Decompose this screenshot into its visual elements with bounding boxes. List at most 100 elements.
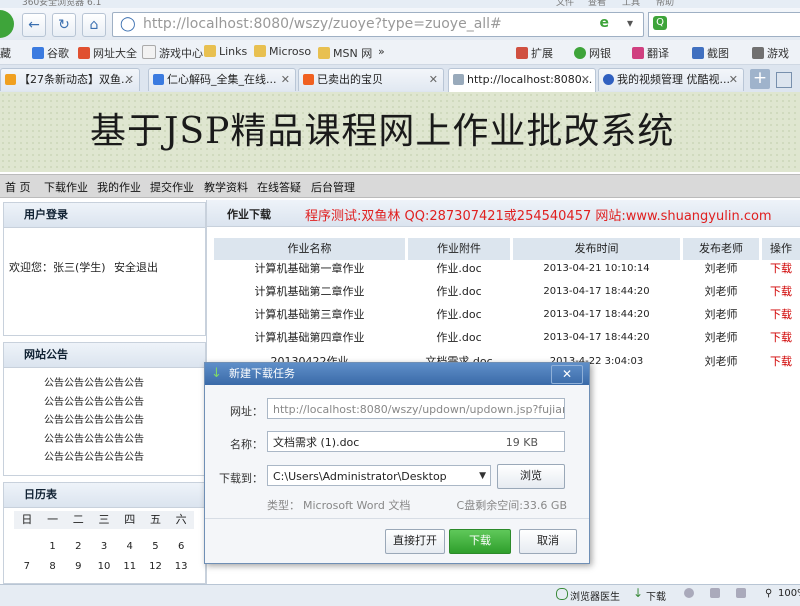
calendar-day[interactable]: 2 (65, 537, 91, 557)
favorite-games[interactable]: 游戏中心 (142, 45, 203, 61)
download-manager-button[interactable]: 下载 (646, 588, 666, 603)
favorite-google[interactable]: 谷歌 (32, 45, 69, 61)
download-link[interactable]: 下载 (762, 351, 800, 373)
browser-doctor-button[interactable]: 浏览器医生 (570, 588, 620, 603)
attachment-link[interactable]: 作业.doc (408, 281, 510, 303)
notice-item[interactable]: 公告公告公告公告公告 (44, 375, 144, 394)
dialog-titlebar[interactable]: ↓ 新建下载任务 ✕ (205, 363, 589, 385)
site-banner: 基于JSP精品课程网上作业批改系统 (0, 92, 800, 172)
credit-text: 程序测试:双鱼林 QQ:287307421或254540457 网站:www.s… (305, 209, 772, 224)
publish-time: 2013-04-17 18:44:20 (543, 286, 650, 297)
attachment-link[interactable]: 作业.doc (408, 258, 510, 280)
extensions-button[interactable]: 扩展 (516, 45, 553, 61)
download-button[interactable]: 下载 (449, 529, 511, 554)
tab-item-active[interactable]: http://localhost:8080... ✕ (448, 68, 596, 92)
menu-help[interactable]: 帮助 (656, 0, 674, 8)
close-icon[interactable]: ✕ (581, 69, 590, 91)
filename-input[interactable]: 文档需求 (1).doc 19 KB (267, 431, 565, 452)
favorite-hao[interactable]: 网址大全 (78, 45, 137, 61)
favorite-msn[interactable]: MSN 网 (318, 45, 372, 61)
close-icon[interactable]: ✕ (729, 69, 738, 91)
save-path-select[interactable]: C:\Users\Administrator\Desktop ▼ (267, 465, 491, 486)
calendar-day[interactable]: 13 (168, 557, 194, 577)
ebank-button[interactable]: 网银 (574, 45, 611, 61)
calendar-day[interactable]: 7 (14, 557, 40, 577)
calendar-day[interactable]: 6 (168, 537, 194, 557)
download-link[interactable]: 下载 (762, 327, 800, 349)
calendar-day[interactable]: 12 (143, 557, 169, 577)
tab-item[interactable]: 仁心解码_全集_在线... ✕ (148, 68, 296, 91)
site-title: 基于JSP精品课程网上作业批改系统 (90, 111, 675, 152)
download-link[interactable]: 下载 (762, 304, 800, 326)
notice-item[interactable]: 公告公告公告公告公告 (44, 412, 144, 431)
calendar-day[interactable]: 11 (117, 557, 143, 577)
download-link[interactable]: 下载 (762, 281, 800, 303)
weekday-label: 二 (72, 513, 84, 526)
window-icon[interactable] (736, 588, 746, 598)
menu-home[interactable]: 首 页 (5, 179, 31, 195)
browse-button[interactable]: 浏览 (497, 464, 565, 489)
url-label: 网址： (230, 405, 263, 418)
download-link[interactable]: 下载 (762, 258, 800, 280)
favorites-more[interactable]: » (378, 45, 385, 58)
back-button[interactable]: ← (22, 13, 46, 37)
search-input[interactable]: Q (648, 12, 800, 37)
menu-tools[interactable]: 工具 (622, 0, 640, 8)
close-icon[interactable]: ✕ (429, 69, 438, 91)
favorite-links[interactable]: Links (204, 45, 247, 58)
calendar-day[interactable]: 10 (91, 557, 117, 577)
tab-item[interactable]: 【27条新动态】双鱼... ✕ (0, 68, 140, 91)
zoom-level[interactable]: 100% (778, 588, 800, 599)
attachment-link[interactable]: 作业.doc (408, 304, 510, 326)
sound-icon[interactable] (710, 588, 720, 598)
open-directly-button[interactable]: 直接打开 (385, 529, 445, 554)
notice-item[interactable]: 公告公告公告公告公告 (44, 431, 144, 450)
notice-panel: 网站公告 公告公告公告公告公告 公告公告公告公告公告 公告公告公告公告公告 公告… (3, 342, 206, 476)
calendar-day[interactable]: 1 (40, 537, 66, 557)
refresh-button[interactable]: ↻ (52, 13, 76, 37)
calendar-day[interactable]: 8 (40, 557, 66, 577)
menu-my-homework[interactable]: 我的作业 (97, 179, 141, 195)
calendar-day[interactable]: 4 (117, 537, 143, 557)
settings-icon[interactable] (684, 588, 694, 598)
cancel-button[interactable]: 取消 (519, 529, 577, 554)
tab-list-icon[interactable] (776, 72, 792, 88)
page-icon (453, 74, 464, 85)
menu-view[interactable]: 查看 (588, 0, 606, 8)
games-button[interactable]: 游戏 (752, 45, 789, 61)
calendar-day[interactable] (14, 537, 40, 557)
close-icon[interactable]: ✕ (281, 69, 290, 91)
menu-download-homework[interactable]: 下载作业 (44, 179, 88, 195)
chevron-down-icon[interactable]: ▼ (479, 466, 486, 485)
close-icon[interactable]: ✕ (551, 365, 583, 384)
notice-item[interactable]: 公告公告公告公告公告 (44, 394, 144, 413)
window-title: 360安全浏览器 6.1 (22, 0, 102, 8)
close-icon[interactable]: ✕ (125, 69, 134, 91)
calendar-day[interactable]: 3 (91, 537, 117, 557)
translate-button[interactable]: 翻译 (632, 45, 669, 61)
notice-item[interactable]: 公告公告公告公告公告 (44, 449, 144, 468)
menu-admin[interactable]: 后台管理 (311, 179, 355, 195)
favorite-item[interactable]: 藏 (0, 45, 11, 61)
chevron-down-icon[interactable]: ▾ (627, 16, 633, 30)
menu-teaching-materials[interactable]: 教学资料 (204, 179, 248, 195)
home-button[interactable]: ⌂ (82, 13, 106, 37)
tab-item[interactable]: 已卖出的宝贝 ✕ (298, 68, 444, 91)
search-engine-icon[interactable]: Q (653, 16, 667, 30)
menu-file[interactable]: 文件 (556, 0, 574, 8)
calendar-day[interactable]: 5 (143, 537, 169, 557)
attachment-link[interactable]: 作业.doc (408, 327, 510, 349)
menu-submit-homework[interactable]: 提交作业 (150, 179, 194, 195)
screenshot-button[interactable]: 截图 (692, 45, 729, 61)
new-tab-button[interactable]: + (750, 69, 770, 89)
logout-link[interactable]: 安全退出 (114, 259, 158, 275)
file-type-label: 类型： (267, 499, 300, 512)
weekday-label: 一 (47, 513, 59, 526)
ie-mode-icon[interactable]: e (600, 15, 610, 31)
tab-item[interactable]: 我的视频管理 优酷视... ✕ (598, 68, 744, 91)
main-menu: 首 页 下载作业 我的作业 提交作业 教学资料 在线答疑 后台管理 (0, 174, 800, 198)
menu-online-qa[interactable]: 在线答疑 (257, 179, 301, 195)
calendar-day[interactable]: 9 (65, 557, 91, 577)
favorite-microsoft[interactable]: Microso (254, 45, 311, 58)
address-bar[interactable]: ◯ http://localhost:8080/wszy/zuoye?type=… (112, 12, 644, 37)
